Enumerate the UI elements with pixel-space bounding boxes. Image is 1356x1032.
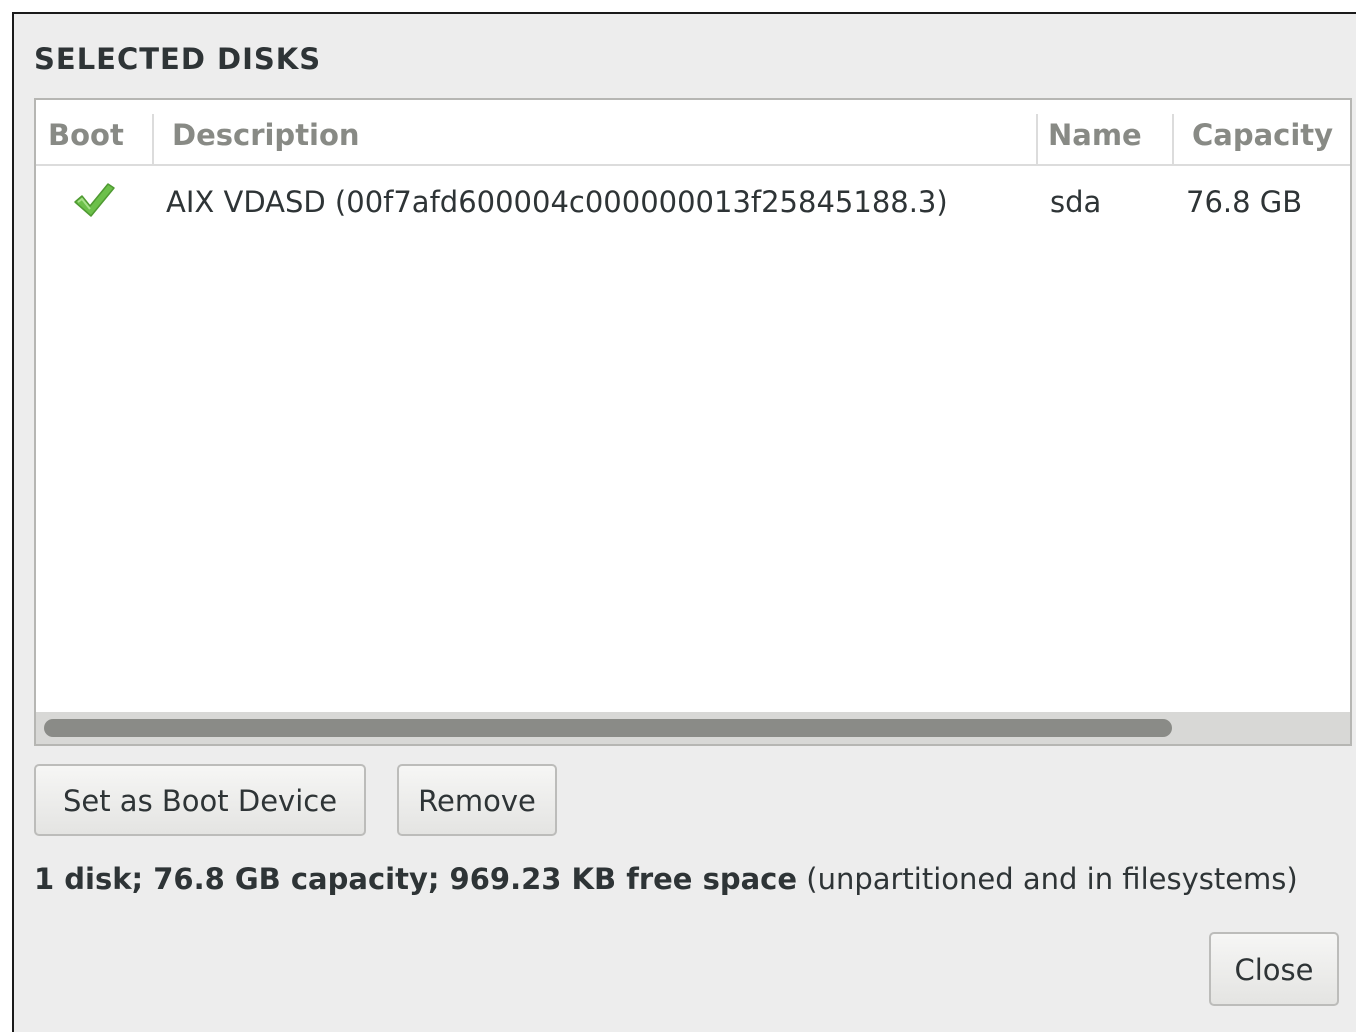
dialog-title: SELECTED DISKS bbox=[34, 42, 322, 76]
selected-disks-dialog: SELECTED DISKS Boot Description Name Cap… bbox=[12, 12, 1356, 1032]
cell-description: AIX VDASD (00f7afd600004c000000013f25845… bbox=[166, 185, 948, 219]
cell-capacity: 76.8 GB bbox=[1186, 185, 1303, 219]
remove-button[interactable]: Remove bbox=[397, 764, 557, 836]
scrollbar-thumb[interactable] bbox=[44, 719, 1172, 737]
close-button[interactable]: Close bbox=[1209, 932, 1339, 1006]
checkmark-icon bbox=[74, 183, 115, 217]
cell-name: sda bbox=[1050, 185, 1102, 219]
column-header-description[interactable]: Description bbox=[172, 100, 360, 164]
horizontal-scrollbar[interactable] bbox=[36, 712, 1350, 744]
summary-bold: 1 disk; 76.8 GB capacity; 969.23 KB free… bbox=[34, 862, 798, 896]
column-header-capacity[interactable]: Capacity bbox=[1192, 100, 1333, 164]
disks-table: Boot Description Name Capacity AIX VDASD… bbox=[34, 98, 1352, 746]
column-header-boot[interactable]: Boot bbox=[48, 100, 124, 164]
column-separator[interactable] bbox=[1036, 114, 1038, 164]
summary-note: (unpartitioned and in filesystems) bbox=[797, 862, 1298, 896]
set-as-boot-device-button[interactable]: Set as Boot Device bbox=[34, 764, 366, 836]
table-header: Boot Description Name Capacity bbox=[36, 100, 1350, 166]
column-header-name[interactable]: Name bbox=[1048, 100, 1142, 164]
table-row[interactable]: AIX VDASD (00f7afd600004c000000013f25845… bbox=[36, 166, 1350, 236]
disk-summary: 1 disk; 76.8 GB capacity; 969.23 KB free… bbox=[34, 862, 1298, 896]
column-separator[interactable] bbox=[1172, 114, 1174, 164]
column-separator[interactable] bbox=[152, 114, 154, 164]
